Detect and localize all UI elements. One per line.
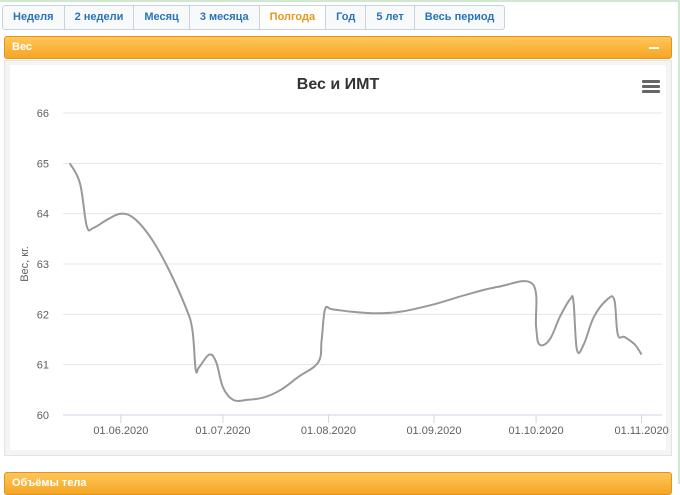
x-tick-label: 01.10.2020 [509,425,564,437]
x-tick-label: 01.09.2020 [406,425,461,437]
x-tick-label: 01.11.2020 [614,425,668,437]
y-tick-label: 66 [37,108,49,120]
x-tick-label: 01.08.2020 [301,425,356,437]
y-tick-label: 62 [37,309,49,321]
y-tick-label: 65 [37,158,49,170]
weight-chart: 60 61 62 63 64 65 66 01.06.2020 01.07.2020 01.08… [19,108,669,437]
y-tick-label: 63 [37,259,49,271]
weight-series-line [68,162,643,403]
y-axis-title: Вес, кг. [19,246,31,282]
y-tick-label: 64 [37,209,49,221]
y-tick-label: 60 [37,410,49,422]
y-axis-ticks: 60 61 62 63 64 65 66 [37,108,49,422]
x-tick-label: 01.07.2020 [195,425,250,437]
y-tick-label: 61 [37,360,49,372]
x-axis-ticks: 01.06.2020 01.07.2020 01.08.2020 01.09.2020… [93,415,669,437]
body-panel-title: Объёмы тела [12,477,87,489]
x-tick-label: 01.06.2020 [93,425,148,437]
chart-grid [63,112,662,416]
